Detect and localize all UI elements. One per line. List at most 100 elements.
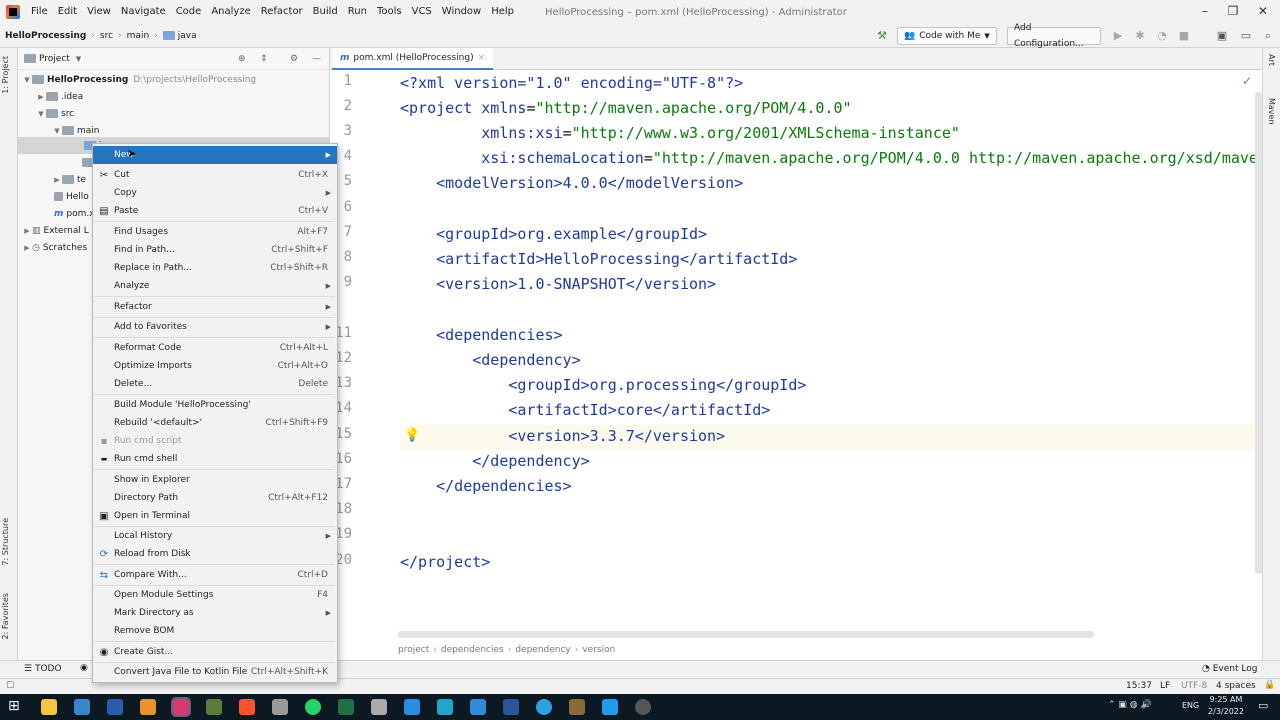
horizontal-scrollbar[interactable] [398, 631, 1094, 638]
processing-icon[interactable] [635, 699, 651, 715]
menu-item-cut[interactable]: ✂ Cut Ctrl+X [93, 166, 337, 184]
word-icon[interactable] [503, 699, 519, 715]
menu-window[interactable]: Window [437, 0, 486, 24]
menu-item-optimize-imports[interactable]: Optimize Imports Ctrl+Alt+O [93, 357, 337, 375]
menu-navigate[interactable]: Navigate [116, 0, 171, 24]
code-with-me-button[interactable]: 👥 Code with Me ▼ [897, 27, 997, 45]
menu-item-open-module-settings[interactable]: Open Module Settings F4 [93, 586, 337, 604]
mail-icon[interactable] [272, 699, 288, 715]
menu-build[interactable]: Build [308, 0, 343, 24]
tree-item-scratches[interactable]: ▶ ◷ Scratches [22, 239, 87, 256]
github-icon[interactable]: ◉ [80, 663, 88, 673]
telegram-icon[interactable] [536, 699, 552, 715]
menu-item-add-to-favorites[interactable]: Add to Favorites ▶ [93, 318, 337, 336]
ccleaner-icon[interactable] [437, 699, 453, 715]
menu-item-replace-in-path[interactable]: Replace in Path... Ctrl+Shift+R [93, 259, 337, 277]
tree-item-test[interactable]: ▶ te [52, 171, 86, 188]
toggle-tool-windows-icon[interactable]: ▢ [6, 680, 15, 690]
menu-item-build-module[interactable]: Build Module 'HelloProcessing' [93, 396, 337, 414]
project-structure-icon[interactable]: ▣ [1214, 28, 1230, 44]
tree-item-src[interactable]: ▼ src [36, 105, 74, 122]
archive-icon[interactable] [569, 699, 585, 715]
indent-setting[interactable]: 4 spaces [1216, 681, 1256, 691]
menu-tools[interactable]: Tools [372, 0, 407, 24]
breadcrumb-project-tag[interactable]: project [398, 645, 429, 655]
menu-refactor[interactable]: Refactor [256, 0, 308, 24]
menu-item-find-usages[interactable]: Find Usages Alt+F7 [93, 223, 337, 241]
structure-tool-tab[interactable]: 7: Structure [1, 518, 10, 566]
favorites-tool-tab[interactable]: 2: Favorites [1, 593, 10, 639]
menu-item-compare-with[interactable]: ⇆ Compare With... Ctrl+D [93, 566, 337, 584]
menu-item-rebuild[interactable]: Rebuild '<default>' Ctrl+Shift+F9 [93, 414, 337, 432]
network-app-icon[interactable] [404, 699, 420, 715]
menu-item-copy[interactable]: Copy ▶ [93, 184, 337, 202]
menu-item-show-in-explorer[interactable]: Show in Explorer [93, 471, 337, 489]
menu-item-analyze[interactable]: Analyze ▶ [93, 277, 337, 295]
debug-icon[interactable]: ✱ [1132, 28, 1148, 44]
clock-date[interactable]: 2/3/2022 [1206, 707, 1246, 716]
menu-file[interactable]: File [26, 0, 53, 24]
breadcrumb-dependencies-tag[interactable]: dependencies [441, 645, 504, 655]
menu-item-delete[interactable]: Delete... Delete [93, 375, 337, 393]
system-tray-icons[interactable]: ⌃ ▣ ◍ 🔊 [1108, 700, 1152, 710]
menu-vcs[interactable]: VCS [407, 0, 437, 24]
project-view-selector[interactable]: Project [39, 54, 70, 64]
project-tool-tab[interactable]: 1: Project [1, 56, 10, 94]
menu-item-run-cmd-script[interactable]: ▪ Run cmd script [93, 432, 337, 450]
menu-code[interactable]: Code [171, 0, 207, 24]
input-language[interactable]: ENG [1182, 701, 1199, 710]
search-icon[interactable]: ⌕ [1260, 28, 1276, 44]
maximize-icon[interactable]: ❐ [1218, 0, 1248, 24]
tree-item-external-libraries[interactable]: ▶ ▥ External L [22, 222, 88, 239]
breadcrumb-java[interactable]: java [158, 31, 202, 41]
menu-item-convert-to-kotlin[interactable]: Convert Java File to Kotlin File Ctrl+Alt… [93, 663, 337, 681]
chevron-down-icon[interactable]: ▼ [76, 55, 81, 63]
tree-item-idea[interactable]: ▶ .idea [36, 88, 83, 105]
windows-start-icon[interactable]: ⊞ [8, 698, 20, 714]
store-icon[interactable] [74, 699, 90, 715]
breadcrumb-dependency-tag[interactable]: dependency [515, 645, 570, 655]
menu-view[interactable]: View [82, 0, 116, 24]
vscode-icon[interactable] [602, 699, 618, 715]
minecraft-icon[interactable] [206, 699, 222, 715]
menu-item-mark-directory-as[interactable]: Mark Directory as ▶ [93, 604, 337, 622]
menu-item-remove-bom[interactable]: Remove BOM [93, 622, 337, 640]
tree-item-iml-file[interactable]: Hello [54, 188, 89, 205]
breadcrumb-project[interactable]: HelloProcessing [0, 31, 91, 41]
run-icon[interactable]: ▶ [1110, 28, 1126, 44]
art-tool-tab[interactable]: Art [1267, 54, 1276, 66]
lock-icon[interactable]: 🔒 [1264, 680, 1275, 690]
line-separator[interactable]: LF [1160, 681, 1170, 691]
add-configuration-button[interactable]: Add Configuration... [1007, 23, 1101, 49]
breadcrumb-src[interactable]: src [95, 31, 118, 41]
minimize-icon[interactable]: – [1190, 0, 1220, 24]
sublime-text-icon[interactable] [140, 699, 156, 715]
hide-icon[interactable]: — [312, 54, 321, 64]
gear-icon[interactable]: ⚙ [290, 54, 298, 64]
menu-run[interactable]: Run [343, 0, 372, 24]
stop-icon[interactable]: ■ [1176, 28, 1192, 44]
menu-item-run-cmd-shell[interactable]: ▬ Run cmd shell [93, 450, 337, 468]
menu-item-open-in-terminal[interactable]: ▣ Open in Terminal [93, 507, 337, 525]
menu-edit[interactable]: Edit [53, 0, 82, 24]
todo-tool-tab[interactable]: ☰ TODO [24, 664, 62, 674]
menu-help[interactable]: Help [486, 0, 519, 24]
save-app-icon[interactable] [107, 699, 123, 715]
locate-icon[interactable]: ⊕ [238, 54, 246, 64]
caret-position[interactable]: 15:37 [1126, 681, 1152, 691]
layout-icon[interactable]: ▭ [1238, 28, 1254, 44]
printer-icon[interactable] [371, 699, 387, 715]
menu-analyze[interactable]: Analyze [206, 0, 255, 24]
whatsapp-icon[interactable] [305, 699, 321, 715]
file-explorer-icon[interactable] [41, 699, 57, 715]
vertical-scrollbar[interactable] [1255, 92, 1262, 574]
maven-tool-tab[interactable]: Maven [1267, 98, 1276, 125]
menu-item-paste[interactable]: ▤ Paste Ctrl+V [93, 202, 337, 220]
hammer-icon[interactable]: ⚒ [874, 28, 890, 44]
notifications-icon[interactable]: ▭ [1258, 699, 1268, 712]
intellij-idea-icon[interactable] [171, 697, 191, 717]
close-tab-icon[interactable]: × [478, 53, 486, 63]
tab-pom-xml[interactable]: m pom.xml (HelloProcessing) × [332, 48, 494, 70]
tree-item-pom-file[interactable]: m pom.x [54, 205, 95, 222]
clock-time[interactable]: 9:25 AM [1206, 695, 1246, 704]
